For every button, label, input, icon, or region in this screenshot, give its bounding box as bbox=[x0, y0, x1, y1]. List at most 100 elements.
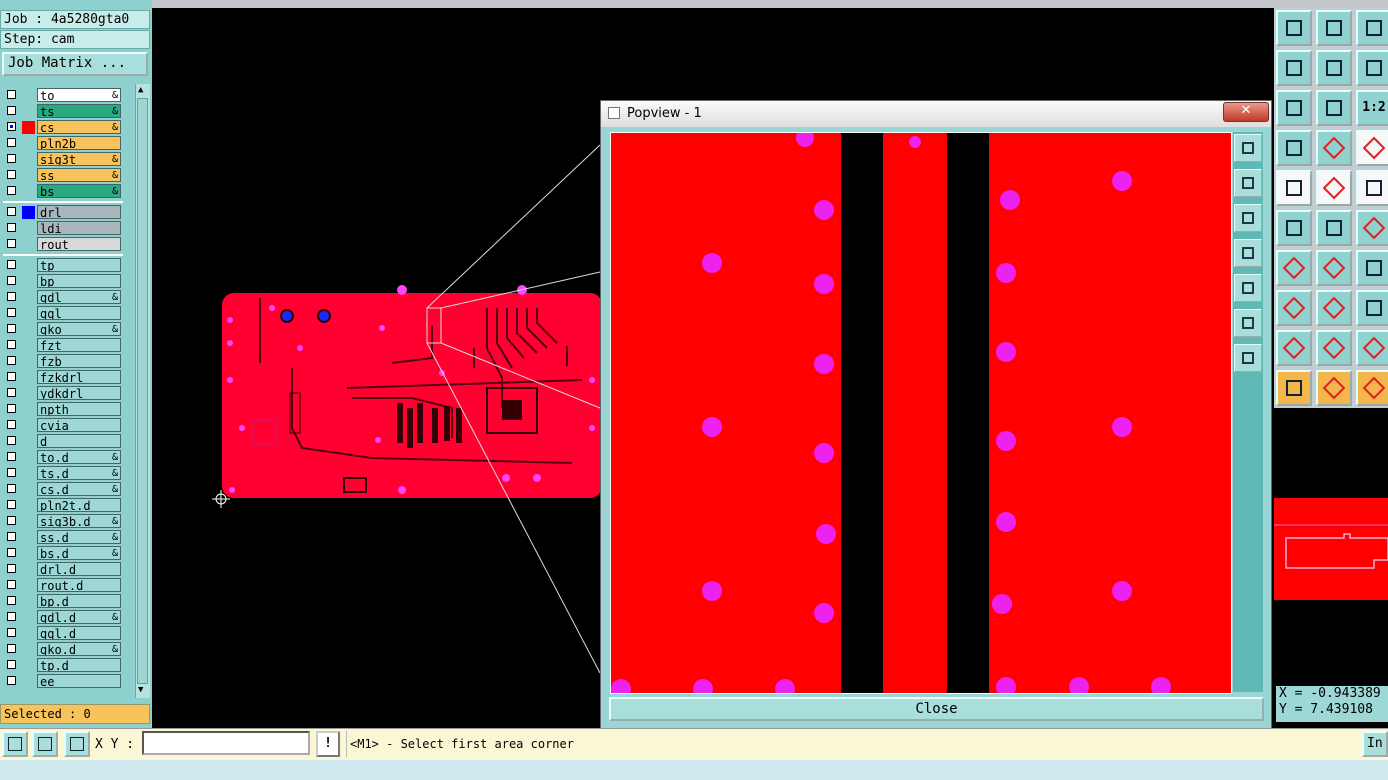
layer-checkbox[interactable] bbox=[7, 596, 16, 605]
popview-titlebar[interactable]: Popview - 1 ✕ bbox=[601, 101, 1271, 127]
overview-map[interactable] bbox=[1274, 498, 1388, 600]
layer-name[interactable]: rout.d bbox=[37, 578, 121, 592]
layer-row[interactable]: npth bbox=[3, 402, 123, 417]
layer-checkbox[interactable] bbox=[7, 308, 16, 317]
angle-snap-button[interactable] bbox=[32, 731, 58, 757]
layer-name[interactable]: ldi bbox=[37, 221, 121, 235]
layer-row[interactable]: bs.d & bbox=[3, 546, 123, 561]
snap-up-button[interactable] bbox=[1276, 10, 1312, 46]
layer-name[interactable]: bs & bbox=[37, 184, 121, 198]
layer-checkbox[interactable] bbox=[7, 90, 16, 99]
layer-name[interactable]: drl.d bbox=[37, 562, 121, 576]
layer-name[interactable]: gdl.d & bbox=[37, 610, 121, 624]
layer-name[interactable]: to.d & bbox=[37, 450, 121, 464]
layer-name[interactable]: pln2b bbox=[37, 136, 121, 150]
pan-left-tool[interactable] bbox=[1276, 50, 1312, 86]
pan-down-button[interactable] bbox=[1234, 204, 1262, 232]
layer-checkbox[interactable] bbox=[7, 239, 16, 248]
layer-name[interactable]: ggl bbox=[37, 306, 121, 320]
measure-tool[interactable] bbox=[1276, 130, 1312, 166]
zoom-center-tool[interactable] bbox=[1316, 90, 1352, 126]
layer-name[interactable]: bp bbox=[37, 274, 121, 288]
layer-row[interactable]: pln2b bbox=[3, 136, 123, 151]
layer-list-scrollbar[interactable]: ▲ ▼ bbox=[135, 84, 150, 698]
layer-checkbox[interactable] bbox=[7, 452, 16, 461]
layer-checkbox[interactable] bbox=[7, 276, 16, 285]
layer-row[interactable]: cs & bbox=[3, 120, 123, 135]
zoom-home-button[interactable] bbox=[1234, 344, 1262, 372]
layer-checkbox[interactable] bbox=[7, 484, 16, 493]
layer-checkbox[interactable] bbox=[7, 468, 16, 477]
layer-checkbox[interactable] bbox=[7, 207, 16, 216]
scroll-up-icon[interactable]: ▲ bbox=[138, 85, 143, 95]
layer-checkbox[interactable] bbox=[7, 324, 16, 333]
layer-name[interactable]: ts.d & bbox=[37, 466, 121, 480]
grid-toggle-button[interactable] bbox=[64, 731, 90, 757]
layer-row[interactable]: sig3t & bbox=[3, 152, 123, 167]
scale-tool[interactable] bbox=[1356, 170, 1388, 206]
layer-checkbox[interactable] bbox=[7, 628, 16, 637]
select-tool[interactable] bbox=[1276, 370, 1312, 406]
layer-checkbox[interactable] bbox=[7, 223, 16, 232]
layer-checkbox[interactable] bbox=[7, 420, 16, 429]
triangle-measure-tool[interactable] bbox=[1356, 330, 1388, 366]
connect-tool[interactable] bbox=[1276, 210, 1312, 246]
triangle-tool[interactable] bbox=[1276, 330, 1312, 366]
layer-name[interactable]: to & bbox=[37, 88, 121, 102]
line-tool[interactable] bbox=[1316, 250, 1352, 286]
alert-button[interactable]: ! bbox=[316, 731, 340, 757]
select-area-tool[interactable] bbox=[1316, 370, 1352, 406]
layer-checkbox[interactable] bbox=[7, 580, 16, 589]
layer-checkbox[interactable] bbox=[7, 186, 16, 195]
home-view-button[interactable] bbox=[1356, 10, 1388, 46]
triangle-up-tool[interactable] bbox=[1316, 330, 1352, 366]
layer-checkbox[interactable] bbox=[7, 340, 16, 349]
layer-name[interactable]: ggl.d bbox=[37, 626, 121, 640]
layer-row[interactable]: ldi bbox=[3, 221, 123, 236]
layer-name[interactable]: bp.d bbox=[37, 594, 121, 608]
layer-row[interactable]: ss.d & bbox=[3, 530, 123, 545]
distance-tool[interactable] bbox=[1276, 290, 1312, 326]
layer-name[interactable]: ss.d & bbox=[37, 530, 121, 544]
layer-name[interactable]: drl bbox=[37, 205, 121, 219]
layer-checkbox[interactable] bbox=[7, 356, 16, 365]
layer-row[interactable]: gdl & bbox=[3, 290, 123, 305]
layer-name[interactable]: gko & bbox=[37, 322, 121, 336]
layer-checkbox[interactable] bbox=[7, 644, 16, 653]
layer-row[interactable]: cs.d & bbox=[3, 482, 123, 497]
layer-name[interactable]: bs.d & bbox=[37, 546, 121, 560]
highlight-tool[interactable] bbox=[1316, 170, 1352, 206]
layer-checkbox[interactable] bbox=[7, 532, 16, 541]
zoom-out-button[interactable] bbox=[1234, 309, 1262, 337]
layer-row[interactable]: sig3b.d & bbox=[3, 514, 123, 529]
layer-checkbox[interactable] bbox=[7, 138, 16, 147]
layer-row[interactable]: d bbox=[3, 434, 123, 449]
spacing-tool[interactable] bbox=[1356, 290, 1388, 326]
layer-checkbox[interactable] bbox=[7, 516, 16, 525]
layer-row[interactable]: ggl.d bbox=[3, 626, 123, 641]
layer-name[interactable]: fzt bbox=[37, 338, 121, 352]
net-tool[interactable] bbox=[1356, 130, 1388, 166]
layer-checkbox[interactable] bbox=[7, 548, 16, 557]
layer-name[interactable]: sig3b.d & bbox=[37, 514, 121, 528]
layer-name[interactable]: gko.d & bbox=[37, 642, 121, 656]
layer-name[interactable]: ts & bbox=[37, 104, 121, 118]
arc-tool[interactable] bbox=[1356, 250, 1388, 286]
layer-row[interactable]: drl.d bbox=[3, 562, 123, 577]
layer-row[interactable]: rout bbox=[3, 237, 123, 252]
info-button[interactable]: In bbox=[1362, 731, 1388, 757]
layer-row[interactable]: ydkdrl bbox=[3, 386, 123, 401]
layer-name[interactable]: cvia bbox=[37, 418, 121, 432]
layer-row[interactable]: ggl bbox=[3, 306, 123, 321]
layer-name[interactable]: tp.d bbox=[37, 658, 121, 672]
undo-view-button[interactable] bbox=[1356, 50, 1388, 86]
xy-input[interactable] bbox=[142, 731, 310, 755]
layer-checkbox[interactable] bbox=[7, 372, 16, 381]
select-polygon-tool[interactable] bbox=[1356, 370, 1388, 406]
layer-row[interactable]: fzkdrl bbox=[3, 370, 123, 385]
popview-close-button[interactable]: Close bbox=[609, 697, 1264, 721]
layer-row[interactable]: drl bbox=[3, 205, 123, 220]
angle-tool[interactable] bbox=[1276, 250, 1312, 286]
layer-row[interactable]: ts & bbox=[3, 104, 123, 119]
layer-row[interactable]: fzb bbox=[3, 354, 123, 369]
